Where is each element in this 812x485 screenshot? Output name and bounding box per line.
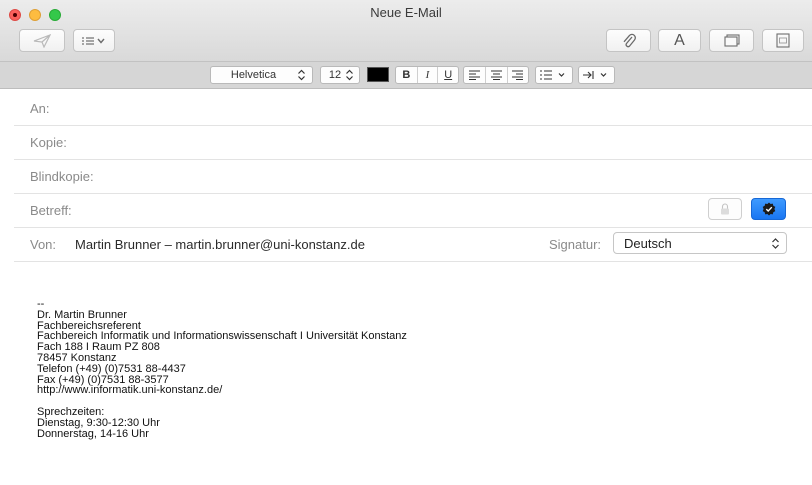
align-right-button[interactable] xyxy=(506,67,528,83)
window-title: Neue E-Mail xyxy=(370,5,442,20)
bold-button[interactable]: B xyxy=(396,67,417,83)
font-family-select[interactable]: Helvetica xyxy=(210,66,313,84)
photo-browser-button[interactable] xyxy=(709,29,754,52)
format-bar: Helvetica 12 B I U xyxy=(0,62,812,89)
subject-field[interactable]: Betreff: xyxy=(14,194,812,228)
list-style-select[interactable] xyxy=(535,66,573,84)
signature-line: -- xyxy=(37,298,45,310)
font-size-select[interactable]: 12 xyxy=(320,66,360,84)
signature-line: Fach 188 I Raum PZ 808 xyxy=(37,341,160,354)
sign-button[interactable] xyxy=(751,198,786,220)
align-left-icon xyxy=(469,70,481,80)
photo-browser-icon xyxy=(723,34,740,47)
signature-line: Dienstag, 9:30-12:30 Uhr xyxy=(37,416,160,429)
title-toolbar: Neue E-Mail A xyxy=(0,0,812,62)
stationery-icon xyxy=(776,33,790,48)
signature-value: Deutsch xyxy=(624,236,672,251)
signature-label: Signatur: xyxy=(549,237,602,252)
bcc-field[interactable]: Blindkopie: xyxy=(14,160,812,194)
signature-line: Dr. Martin Brunner xyxy=(37,308,127,321)
align-center-icon xyxy=(490,70,502,80)
message-body[interactable]: -- Dr. Martin Brunner Fachbereichsrefere… xyxy=(37,299,797,439)
attach-button[interactable] xyxy=(606,29,651,52)
alignment-group xyxy=(463,66,529,84)
subject-label: Betreff: xyxy=(30,203,72,218)
updown-chevron-icon xyxy=(772,238,779,249)
signature-select[interactable]: Deutsch xyxy=(613,232,787,254)
updown-chevron-icon xyxy=(346,69,353,81)
to-label: An: xyxy=(30,101,50,116)
signed-seal-icon xyxy=(762,202,775,216)
to-field[interactable]: An: xyxy=(14,92,812,126)
signature-blank-line xyxy=(37,396,797,407)
encrypt-button[interactable] xyxy=(708,198,742,220)
list-options-icon xyxy=(82,36,105,45)
font-family-value: Helvetica xyxy=(230,69,277,81)
send-button[interactable] xyxy=(19,29,65,52)
stationery-button[interactable] xyxy=(762,29,804,52)
font-size-value: 12 xyxy=(328,69,342,81)
paperclip-icon xyxy=(623,33,636,47)
italic-button[interactable]: I xyxy=(416,67,438,83)
from-field: Von: Martin Brunner – martin.brunner@uni… xyxy=(14,228,812,262)
align-left-button[interactable] xyxy=(464,67,485,83)
text-style-group: B I U xyxy=(395,66,459,84)
underline-button[interactable]: U xyxy=(437,67,458,83)
indent-select[interactable] xyxy=(578,66,615,84)
bulleted-list-icon xyxy=(540,70,565,80)
cc-field[interactable]: Kopie: xyxy=(14,126,812,160)
lock-icon xyxy=(721,203,729,215)
from-account-select[interactable]: Martin Brunner – martin.brunner@uni-kons… xyxy=(75,237,365,252)
updown-chevron-icon xyxy=(298,69,305,81)
cc-label: Kopie: xyxy=(30,135,67,150)
format-button[interactable]: A xyxy=(658,29,701,52)
text-color-swatch[interactable] xyxy=(367,67,389,82)
signature-line: Donnerstag, 14-16 Uhr xyxy=(37,427,149,440)
signature-line: Telefon (+49) (0)7531 88-4437 xyxy=(37,362,186,375)
from-label: Von: xyxy=(30,237,57,252)
align-right-icon xyxy=(512,70,524,80)
signature-line[interactable]: http://www.informatik.uni-konstanz.de/ xyxy=(37,385,797,396)
paper-plane-icon xyxy=(33,33,51,48)
indent-icon xyxy=(583,71,607,79)
bcc-label: Blindkopie: xyxy=(30,169,94,184)
align-center-button[interactable] xyxy=(485,67,506,83)
header-fields-button[interactable] xyxy=(73,29,115,52)
